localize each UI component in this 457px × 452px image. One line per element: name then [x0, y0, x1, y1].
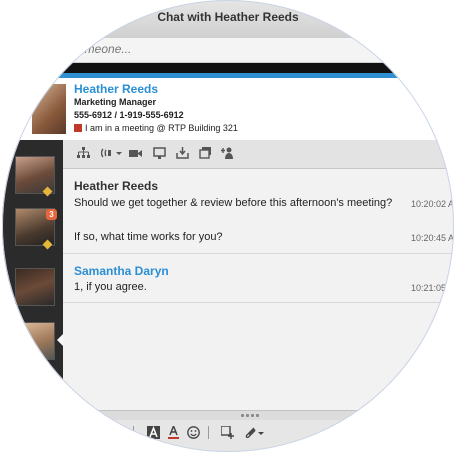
toolbar-divider [133, 426, 134, 439]
contact-name[interactable]: Heather Reeds [74, 82, 158, 96]
contact-avatar[interactable] [32, 84, 66, 134]
whiteboard-icon[interactable] [199, 147, 212, 159]
add-person-icon[interactable] [221, 147, 234, 159]
contact-phone[interactable]: 555-6912 / 1-919-555-6912 [74, 110, 184, 120]
message-group: Samantha Daryn 1, if you agree. 10:21:05 [63, 254, 454, 303]
action-toolbar [63, 140, 454, 169]
unread-badge: 3 [46, 209, 57, 220]
contact-title: Marketing Manager [74, 97, 157, 107]
insert-icon[interactable] [221, 426, 234, 439]
grip-dot [246, 414, 249, 417]
grip-dot [256, 414, 259, 417]
conversation-avatar[interactable] [15, 322, 55, 360]
screen-share-icon[interactable] [153, 147, 166, 159]
message-text: Should we get together & review before t… [74, 197, 393, 209]
emoticon-icon[interactable] [187, 426, 200, 439]
message-text: If so, what time works for you? [74, 231, 223, 243]
calendar-icon [74, 124, 82, 132]
status-text: I am in a meeting @ RTP Building 321 [85, 123, 238, 133]
conversation-avatar[interactable] [15, 268, 55, 306]
header-divider [2, 63, 454, 73]
grip-dot [251, 414, 254, 417]
voice-call-icon[interactable] [101, 147, 123, 159]
text-style-icon[interactable] [147, 426, 160, 439]
message-time: 10:20:02 A [411, 199, 454, 209]
chat-window: Chat with Heather Reeds Heather Reeds Ma… [2, 0, 454, 452]
message-history: Heather Reeds Should we get together & r… [63, 169, 454, 410]
file-transfer-icon[interactable] [176, 147, 189, 159]
message-group: Heather Reeds Should we get together & r… [63, 169, 454, 254]
font-color-icon[interactable] [167, 426, 180, 439]
title-bar: Chat with Heather Reeds [2, 0, 454, 39]
compose-toolbar [63, 420, 454, 452]
message-text: 1, if you agree. [74, 281, 147, 293]
org-chart-icon[interactable] [77, 147, 90, 159]
grip-dot [241, 414, 244, 417]
search-bar [2, 38, 454, 63]
message-time: 10:21:05 [411, 283, 447, 293]
window-title: Chat with Heather Reeds [157, 10, 299, 24]
search-input[interactable] [60, 41, 440, 57]
contact-card: Heather Reeds Marketing Manager 555-6912… [2, 78, 454, 141]
message-sender: Samantha Daryn [74, 264, 169, 278]
attach-icon[interactable] [243, 426, 265, 439]
message-sender: Heather Reeds [74, 179, 159, 193]
toolbar-divider [208, 426, 209, 439]
video-call-icon[interactable] [129, 147, 142, 159]
contact-status: I am in a meeting @ RTP Building 321 [74, 123, 238, 133]
message-time: 10:20:45 A [411, 233, 454, 243]
conversation-sidebar [2, 140, 63, 410]
resize-handle[interactable] [63, 410, 454, 420]
